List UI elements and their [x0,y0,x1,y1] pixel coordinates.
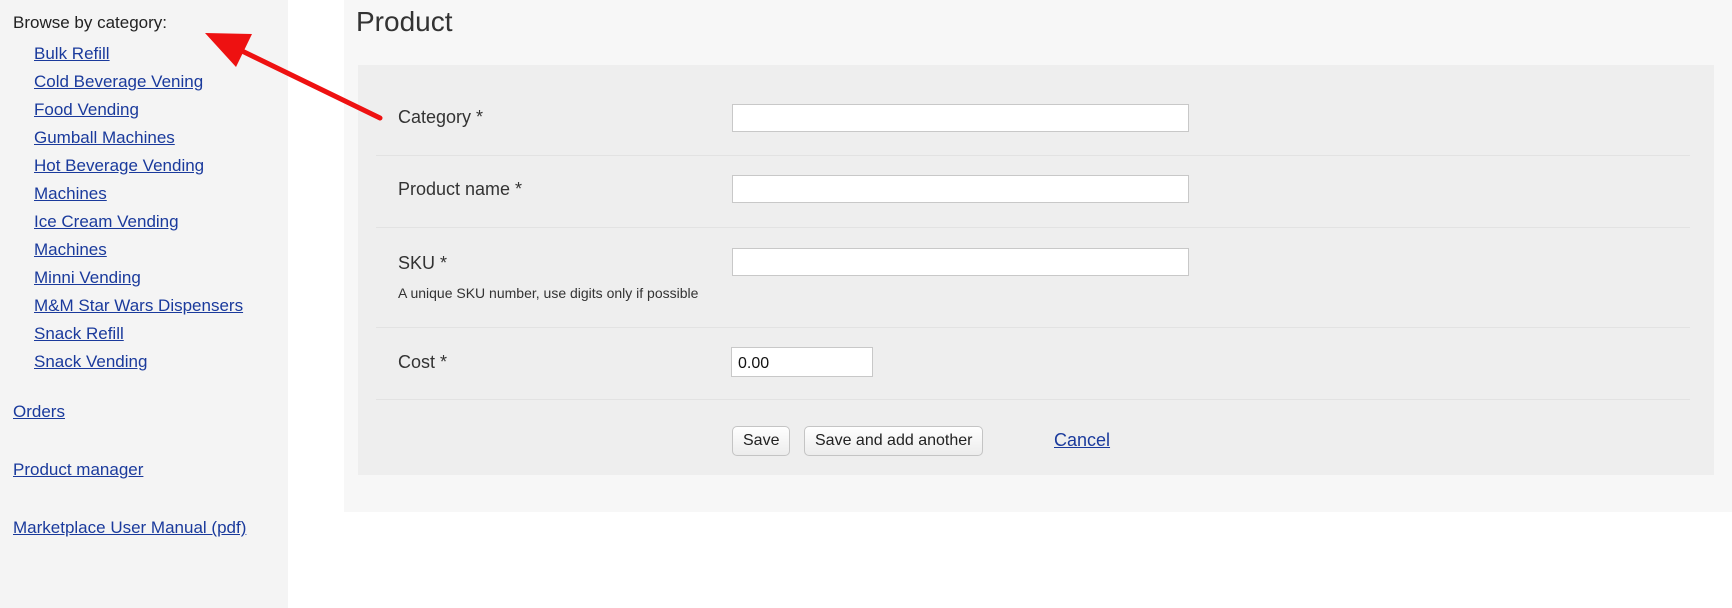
sku-input[interactable] [732,248,1189,276]
category-item: Minni Vending [34,264,243,292]
category-link-cold-beverage-vening[interactable]: Cold Beverage Vening [34,72,203,91]
category-item: Cold Beverage Vening [34,68,243,96]
form-actions: Save Save and add another Cancel [376,399,1690,475]
category-item: Gumball Machines [34,124,243,152]
category-link-ice-cream-vending[interactable]: Ice Cream Vending [34,212,179,231]
product-form: Category * Product name * SKU * A unique… [358,65,1714,475]
save-button[interactable]: Save [732,426,791,456]
category-item: M&M Star Wars Dispensers [34,292,243,320]
category-link-mm-star-wars-dispensers[interactable]: M&M Star Wars Dispensers [34,296,243,315]
marketplace-user-manual-link[interactable]: Marketplace User Manual (pdf) [13,518,246,538]
orders-link[interactable]: Orders [13,402,65,422]
category-link-hot-beverage-vending[interactable]: Hot Beverage Vending [34,156,204,175]
category-list: Bulk Refill Cold Beverage Vening Food Ve… [34,40,243,376]
category-link-minni-vending[interactable]: Minni Vending [34,268,141,287]
cost-input[interactable] [731,347,873,377]
category-link-bulk-refill[interactable]: Bulk Refill [34,44,110,63]
sidebar: Browse by category: Bulk Refill Cold Bev… [0,0,288,608]
product-name-row: Product name * [376,155,1690,228]
category-item: Machines [34,180,243,208]
category-link-machines[interactable]: Machines [34,184,107,203]
category-item: Food Vending [34,96,243,124]
sku-row: SKU * A unique SKU number, use digits on… [376,227,1690,328]
cancel-link[interactable]: Cancel [1054,430,1110,451]
category-link-gumball-machines[interactable]: Gumball Machines [34,128,175,147]
category-label: Category * [398,107,484,127]
category-item: Bulk Refill [34,40,243,68]
save-and-add-another-button[interactable]: Save and add another [804,426,984,456]
browse-by-category-label: Browse by category: [13,13,168,32]
cost-label: Cost * [398,352,448,372]
category-item: Snack Refill [34,320,243,348]
product-name-label: Product name * [398,179,523,199]
category-link-snack-refill[interactable]: Snack Refill [34,324,124,343]
cost-row: Cost * [376,327,1690,400]
sku-label: SKU * [398,253,448,273]
category-link-snack-vending[interactable]: Snack Vending [34,352,147,371]
category-item: Snack Vending [34,348,243,376]
category-input[interactable] [732,104,1189,132]
sku-help-text: A unique SKU number, use digits only if … [398,285,699,301]
product-manager-link[interactable]: Product manager [13,460,143,480]
category-item: Hot Beverage Vending [34,152,243,180]
category-item: Machines [34,236,243,264]
product-name-input[interactable] [732,175,1189,203]
page-title: Product [356,6,453,37]
category-item: Ice Cream Vending [34,208,243,236]
category-row: Category * [376,65,1690,156]
category-link-machines-2[interactable]: Machines [34,240,107,259]
category-link-food-vending[interactable]: Food Vending [34,100,139,119]
main-content: Product Category * Product name * SKU * … [344,0,1732,512]
